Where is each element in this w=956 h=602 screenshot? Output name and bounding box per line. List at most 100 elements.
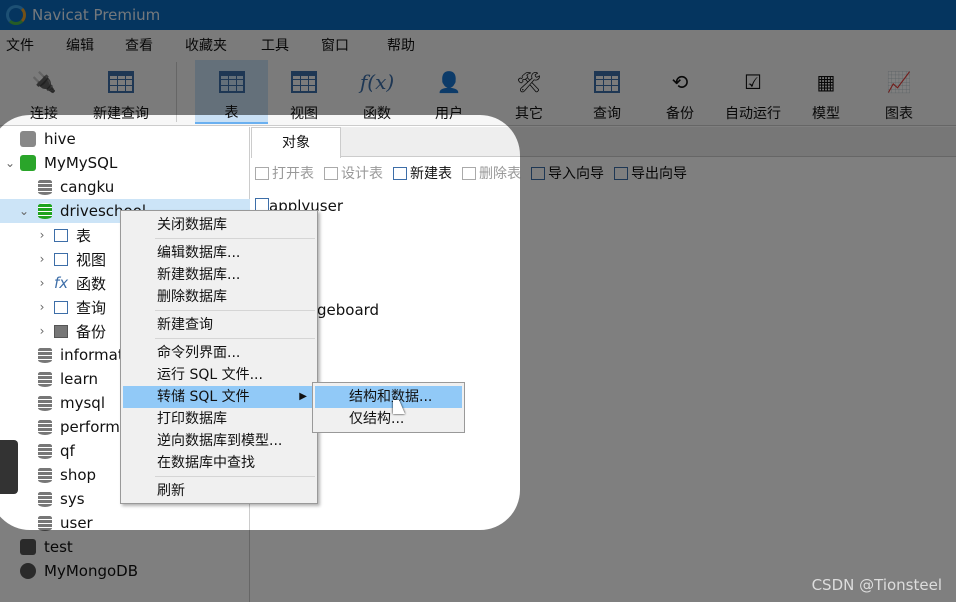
- menu-separator: [155, 338, 315, 339]
- database-icon: [38, 371, 52, 387]
- other-button[interactable]: 🛠 其它: [500, 60, 558, 124]
- menu-structure-and-data[interactable]: 结构和数据...: [315, 386, 462, 408]
- menu-tools[interactable]: 工具: [255, 35, 315, 55]
- tree-connection-mymongodb[interactable]: MyMongoDB: [0, 559, 250, 583]
- tree-connection-test[interactable]: test: [0, 535, 250, 559]
- database-icon: [38, 179, 52, 195]
- view-icon: [54, 252, 68, 266]
- open-table-icon: [255, 166, 269, 180]
- backup-icon: ⟲: [671, 70, 689, 94]
- model-button[interactable]: ▦ 模型: [797, 60, 855, 124]
- chevron-right-icon[interactable]: ›: [36, 300, 48, 314]
- main-panel: 对象 打开表 设计表 新建表 删除表 导入向导 导出向导 applyuser g…: [251, 127, 956, 602]
- backup-icon: [54, 324, 68, 338]
- menu-window[interactable]: 窗口: [315, 35, 381, 55]
- delete-table-button[interactable]: 删除表: [462, 163, 521, 183]
- design-table-button[interactable]: 设计表: [324, 163, 383, 183]
- mysql-connection-icon: [20, 155, 36, 171]
- view-button[interactable]: 视图: [275, 60, 333, 124]
- database-icon: [38, 395, 52, 411]
- menu-edit-database[interactable]: 编辑数据库...: [123, 242, 315, 264]
- backup-button[interactable]: ⟲ 备份: [651, 60, 709, 124]
- connect-button[interactable]: 🔌 连接: [20, 60, 68, 124]
- database-icon: [38, 347, 52, 363]
- object-toolbar: 打开表 设计表 新建表 删除表 导入向导 导出向导: [255, 163, 687, 183]
- tab-bar: 对象: [251, 127, 956, 158]
- menu-close-database[interactable]: 关闭数据库: [123, 214, 315, 236]
- navicat-logo-icon: [6, 5, 26, 25]
- function-icon: fx: [54, 274, 69, 292]
- new-query-icon: [106, 67, 136, 97]
- schedule-button[interactable]: ☑ 自动运行: [720, 60, 786, 124]
- table-button[interactable]: 表: [195, 60, 268, 124]
- chevron-right-icon[interactable]: ›: [36, 228, 48, 242]
- menu-structure-only[interactable]: 仅结构...: [315, 408, 462, 430]
- connection-icon: [20, 131, 36, 147]
- menu-find-in-database[interactable]: 在数据库中查找: [123, 452, 315, 474]
- chevron-right-icon[interactable]: ›: [36, 324, 48, 338]
- menu-favorites[interactable]: 收藏夹: [179, 35, 255, 55]
- new-query-button[interactable]: 新建查询: [88, 60, 154, 124]
- menu-dump-sql-file[interactable]: 转储 SQL 文件 ▶: [123, 386, 315, 408]
- menu-edit[interactable]: 编辑: [60, 35, 119, 55]
- new-table-icon: [393, 166, 407, 180]
- tree-connection-mymysql[interactable]: ⌄ MyMySQL: [0, 151, 250, 175]
- tools-icon: 🛠: [516, 70, 542, 94]
- function-icon: f(x): [359, 70, 395, 94]
- database-icon: [38, 515, 52, 531]
- toolbar: 🔌 连接 新建查询 表 视图 f(x) 函数 👤 用户 🛠 其它 查询 ⟲ 备份 ☑ 自动运…: [0, 60, 956, 126]
- menu-new-database[interactable]: 新建数据库...: [123, 264, 315, 286]
- menu-new-query[interactable]: 新建查询: [123, 314, 315, 336]
- mongodb-connection-icon: [20, 563, 36, 579]
- database-icon: [38, 467, 52, 483]
- menu-delete-database[interactable]: 删除数据库: [123, 286, 315, 308]
- chevron-right-icon[interactable]: ›: [36, 276, 48, 290]
- tab-objects[interactable]: 对象: [251, 127, 341, 158]
- query-button[interactable]: 查询: [578, 60, 636, 124]
- export-icon: [614, 166, 628, 180]
- menu-run-sql-file[interactable]: 运行 SQL 文件...: [123, 364, 315, 386]
- dump-sql-submenu: 结构和数据... 仅结构...: [312, 382, 465, 433]
- menu-refresh[interactable]: 刷新: [123, 480, 315, 502]
- import-icon: [531, 166, 545, 180]
- toolbar-divider: [176, 62, 177, 122]
- table-icon: [54, 228, 68, 242]
- tree-db-user[interactable]: user: [0, 511, 250, 535]
- table-item-geboard[interactable]: geboard: [317, 301, 379, 319]
- watermark: CSDN @Tionsteel: [811, 576, 942, 594]
- connection-icon: [20, 539, 36, 555]
- query-icon: [592, 67, 622, 97]
- view-icon: [289, 67, 319, 97]
- tree-db-cangku[interactable]: cangku: [0, 175, 250, 199]
- export-wizard-button[interactable]: 导出向导: [614, 163, 687, 183]
- schedule-icon: ☑: [744, 70, 762, 94]
- menu-console[interactable]: 命令列界面...: [123, 342, 315, 364]
- menu-file[interactable]: 文件: [0, 35, 60, 55]
- database-icon: [38, 443, 52, 459]
- query-icon: [54, 300, 68, 314]
- user-icon: 👤: [436, 70, 462, 94]
- import-wizard-button[interactable]: 导入向导: [531, 163, 604, 183]
- chevron-right-icon[interactable]: ›: [36, 252, 48, 266]
- chart-button[interactable]: 📈 图表: [870, 60, 928, 124]
- tree-connection-hive[interactable]: hive: [0, 127, 250, 151]
- menu-reverse-to-model[interactable]: 逆向数据库到模型...: [123, 430, 315, 452]
- open-table-button[interactable]: 打开表: [255, 163, 314, 183]
- menu-separator: [155, 476, 315, 477]
- side-slider-handle[interactable]: [0, 440, 18, 494]
- chart-icon: 📈: [886, 70, 912, 94]
- database-icon: [38, 419, 52, 435]
- chevron-down-icon[interactable]: ⌄: [18, 204, 30, 218]
- design-table-icon: [324, 166, 338, 180]
- new-table-button[interactable]: 新建表: [393, 163, 452, 183]
- user-button[interactable]: 👤 用户: [420, 60, 478, 124]
- function-button[interactable]: f(x) 函数: [348, 60, 406, 124]
- delete-table-icon: [462, 166, 476, 180]
- menu-help[interactable]: 帮助: [381, 35, 415, 55]
- menu-separator: [155, 238, 315, 239]
- menu-separator: [155, 310, 315, 311]
- menu-print-database[interactable]: 打印数据库: [123, 408, 315, 430]
- model-icon: ▦: [816, 70, 836, 94]
- menu-view[interactable]: 查看: [119, 35, 179, 55]
- chevron-down-icon[interactable]: ⌄: [4, 156, 16, 170]
